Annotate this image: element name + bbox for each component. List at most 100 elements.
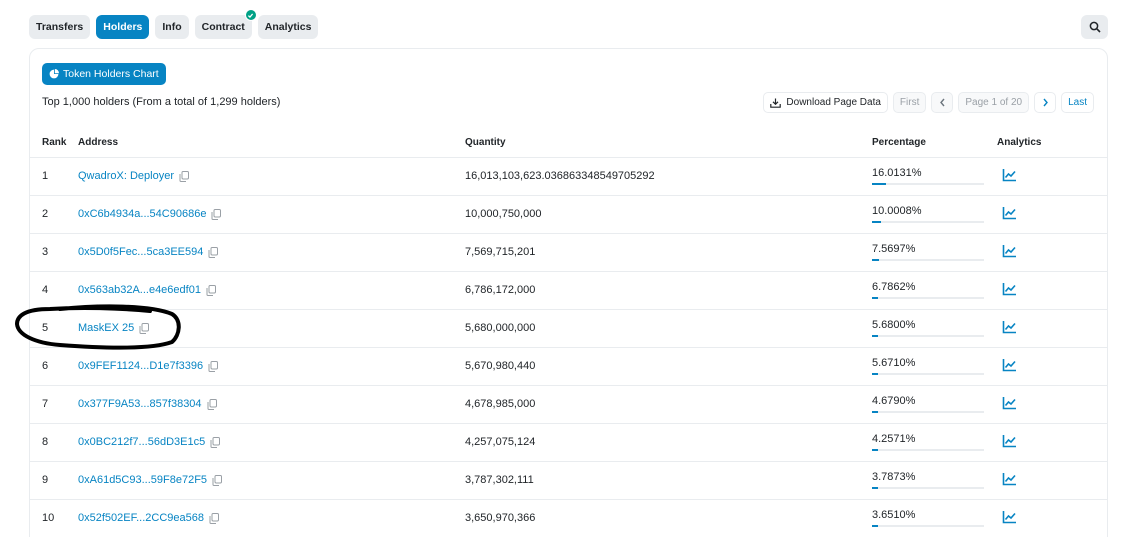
- holder-quantity: 5,670,980,440: [465, 360, 536, 372]
- analytics-button[interactable]: [1002, 244, 1017, 261]
- holder-address-link[interactable]: MaskEX 25: [78, 322, 134, 334]
- analytics-button[interactable]: [1002, 320, 1017, 337]
- next-page-button[interactable]: [1034, 92, 1057, 113]
- holder-percentage-text: 3.6510%: [872, 509, 916, 521]
- holder-address-link[interactable]: 0xA61d5C93...59F8e72F5: [78, 474, 207, 486]
- copy-icon[interactable]: [212, 475, 223, 486]
- table-row: 5 MaskEX 25 5,680,000,000 5.6800%: [30, 310, 1107, 348]
- holder-rank: 3: [42, 246, 49, 258]
- holder-address-link[interactable]: 0x52f502EF...2CC9ea568: [78, 512, 204, 524]
- holder-address-link[interactable]: 0x9FEF1124...D1e7f3396: [78, 360, 203, 372]
- copy-icon[interactable]: [211, 209, 222, 220]
- download-label: Download Page Data: [786, 97, 881, 108]
- analytics-button[interactable]: [1002, 434, 1017, 451]
- holder-quantity: 4,678,985,000: [465, 398, 536, 410]
- holder-percentage-text: 16.0131%: [872, 167, 922, 179]
- analytics-button[interactable]: [1002, 396, 1017, 413]
- analytics-button[interactable]: [1002, 358, 1017, 375]
- holder-percentage: 7.5697%: [872, 243, 984, 261]
- holders-table-body: 1 QwadroX: Deployer 16,013,103,623.03686…: [30, 158, 1107, 537]
- table-row: 1 QwadroX: Deployer 16,013,103,623.03686…: [30, 158, 1107, 196]
- holder-address-link[interactable]: 0x563ab32A...e4e6edf01: [78, 284, 201, 296]
- copy-icon[interactable]: [139, 323, 150, 334]
- holder-rank: 8: [42, 436, 49, 448]
- previous-page-button[interactable]: [931, 92, 954, 113]
- copy-icon[interactable]: [210, 437, 221, 448]
- copy-icon[interactable]: [209, 513, 219, 524]
- tab-info[interactable]: Info: [155, 15, 189, 39]
- line-chart-icon: [1002, 511, 1016, 524]
- percentage-bar: [872, 411, 984, 413]
- holder-address: 0x9FEF1124...D1e7f3396: [78, 360, 219, 372]
- percentage-bar-fill: [872, 259, 879, 261]
- analytics-button[interactable]: [1002, 168, 1017, 185]
- holder-percentage: 10.0008%: [872, 205, 984, 223]
- search-icon: [1089, 21, 1101, 33]
- copy-icon[interactable]: [207, 399, 217, 410]
- holder-address: QwadroX: Deployer: [78, 170, 189, 182]
- pagination: Download Page Data First Page 1 of 20 La…: [763, 92, 1094, 113]
- line-chart-icon: [1002, 283, 1016, 296]
- percentage-bar: [872, 525, 984, 527]
- holder-address: 0x52f502EF...2CC9ea568: [78, 512, 219, 524]
- first-page-button[interactable]: First: [892, 92, 927, 113]
- tab-bar: Transfers Holders Info Contract Analytic…: [29, 9, 319, 39]
- holder-rank: 2: [42, 208, 49, 220]
- copy-icon[interactable]: [208, 247, 219, 258]
- pie-chart-icon: [49, 69, 59, 79]
- holder-rank: 1: [42, 170, 49, 182]
- holder-address: 0x5D0f5Fec...5ca3EE594: [78, 246, 219, 258]
- table-row: 9 0xA61d5C93...59F8e72F5 3,787,302,111 3…: [30, 462, 1107, 500]
- holder-rank: 4: [42, 284, 49, 296]
- copy-icon[interactable]: [206, 285, 216, 296]
- analytics-button[interactable]: [1002, 282, 1017, 299]
- table-row: 2 0xC6b4934a...54C90686e 10,000,750,000 …: [30, 196, 1107, 234]
- line-chart-icon: [1002, 397, 1016, 410]
- table-header: Rank Address Quantity Percentage Analyti…: [30, 129, 1107, 158]
- line-chart-icon: [1002, 359, 1016, 372]
- percentage-bar-fill: [872, 411, 878, 413]
- page-indicator: Page 1 of 20: [958, 92, 1030, 113]
- verified-check-icon: [244, 9, 257, 21]
- holder-percentage: 16.0131%: [872, 167, 984, 185]
- holder-address-link[interactable]: QwadroX: Deployer: [78, 170, 174, 182]
- tab-analytics[interactable]: Analytics: [257, 15, 319, 39]
- analytics-button[interactable]: [1002, 510, 1017, 527]
- percentage-bar: [872, 297, 984, 299]
- column-analytics: Analytics: [997, 137, 1042, 148]
- tab-contract[interactable]: Contract: [194, 9, 257, 39]
- holder-percentage-text: 4.2571%: [872, 433, 916, 445]
- tab-transfers[interactable]: Transfers: [29, 15, 91, 39]
- download-page-data-button[interactable]: Download Page Data: [763, 92, 888, 113]
- line-chart-icon: [1002, 473, 1016, 486]
- holder-address-link[interactable]: 0x0BC212f7...56dD3E1c5: [78, 436, 205, 448]
- holder-percentage-text: 5.6800%: [872, 319, 916, 331]
- table-row: 6 0x9FEF1124...D1e7f3396 5,670,980,440 5…: [30, 348, 1107, 386]
- analytics-button[interactable]: [1002, 206, 1017, 223]
- table-row: 4 0x563ab32A...e4e6edf01 6,786,172,000 6…: [30, 272, 1107, 310]
- tab-contract-label: Contract: [201, 21, 245, 33]
- holder-quantity: 6,786,172,000: [465, 284, 536, 296]
- holder-percentage: 5.6710%: [872, 357, 984, 375]
- line-chart-icon: [1002, 207, 1016, 220]
- holder-address-link[interactable]: 0xC6b4934a...54C90686e: [78, 208, 206, 220]
- chevron-left-icon: [939, 98, 945, 107]
- token-holders-chart-button[interactable]: Token Holders Chart: [42, 63, 166, 85]
- line-chart-icon: [1002, 245, 1016, 258]
- search-button[interactable]: [1081, 15, 1108, 39]
- holder-percentage-text: 10.0008%: [872, 205, 922, 217]
- holder-percentage: 3.6510%: [872, 509, 984, 527]
- tab-holders[interactable]: Holders: [96, 15, 150, 39]
- holder-percentage-text: 6.7862%: [872, 281, 916, 293]
- copy-icon[interactable]: [208, 361, 219, 372]
- line-chart-icon: [1002, 321, 1016, 334]
- percentage-bar-fill: [872, 525, 878, 527]
- holder-quantity: 5,680,000,000: [465, 322, 536, 334]
- holder-address-link[interactable]: 0x377F9A53...857f38304: [78, 398, 202, 410]
- analytics-button[interactable]: [1002, 472, 1017, 489]
- last-page-button[interactable]: Last: [1061, 92, 1094, 113]
- holder-address: 0xC6b4934a...54C90686e: [78, 208, 222, 220]
- holder-address-link[interactable]: 0x5D0f5Fec...5ca3EE594: [78, 246, 203, 258]
- copy-icon[interactable]: [179, 171, 189, 182]
- holder-percentage: 4.6790%: [872, 395, 984, 413]
